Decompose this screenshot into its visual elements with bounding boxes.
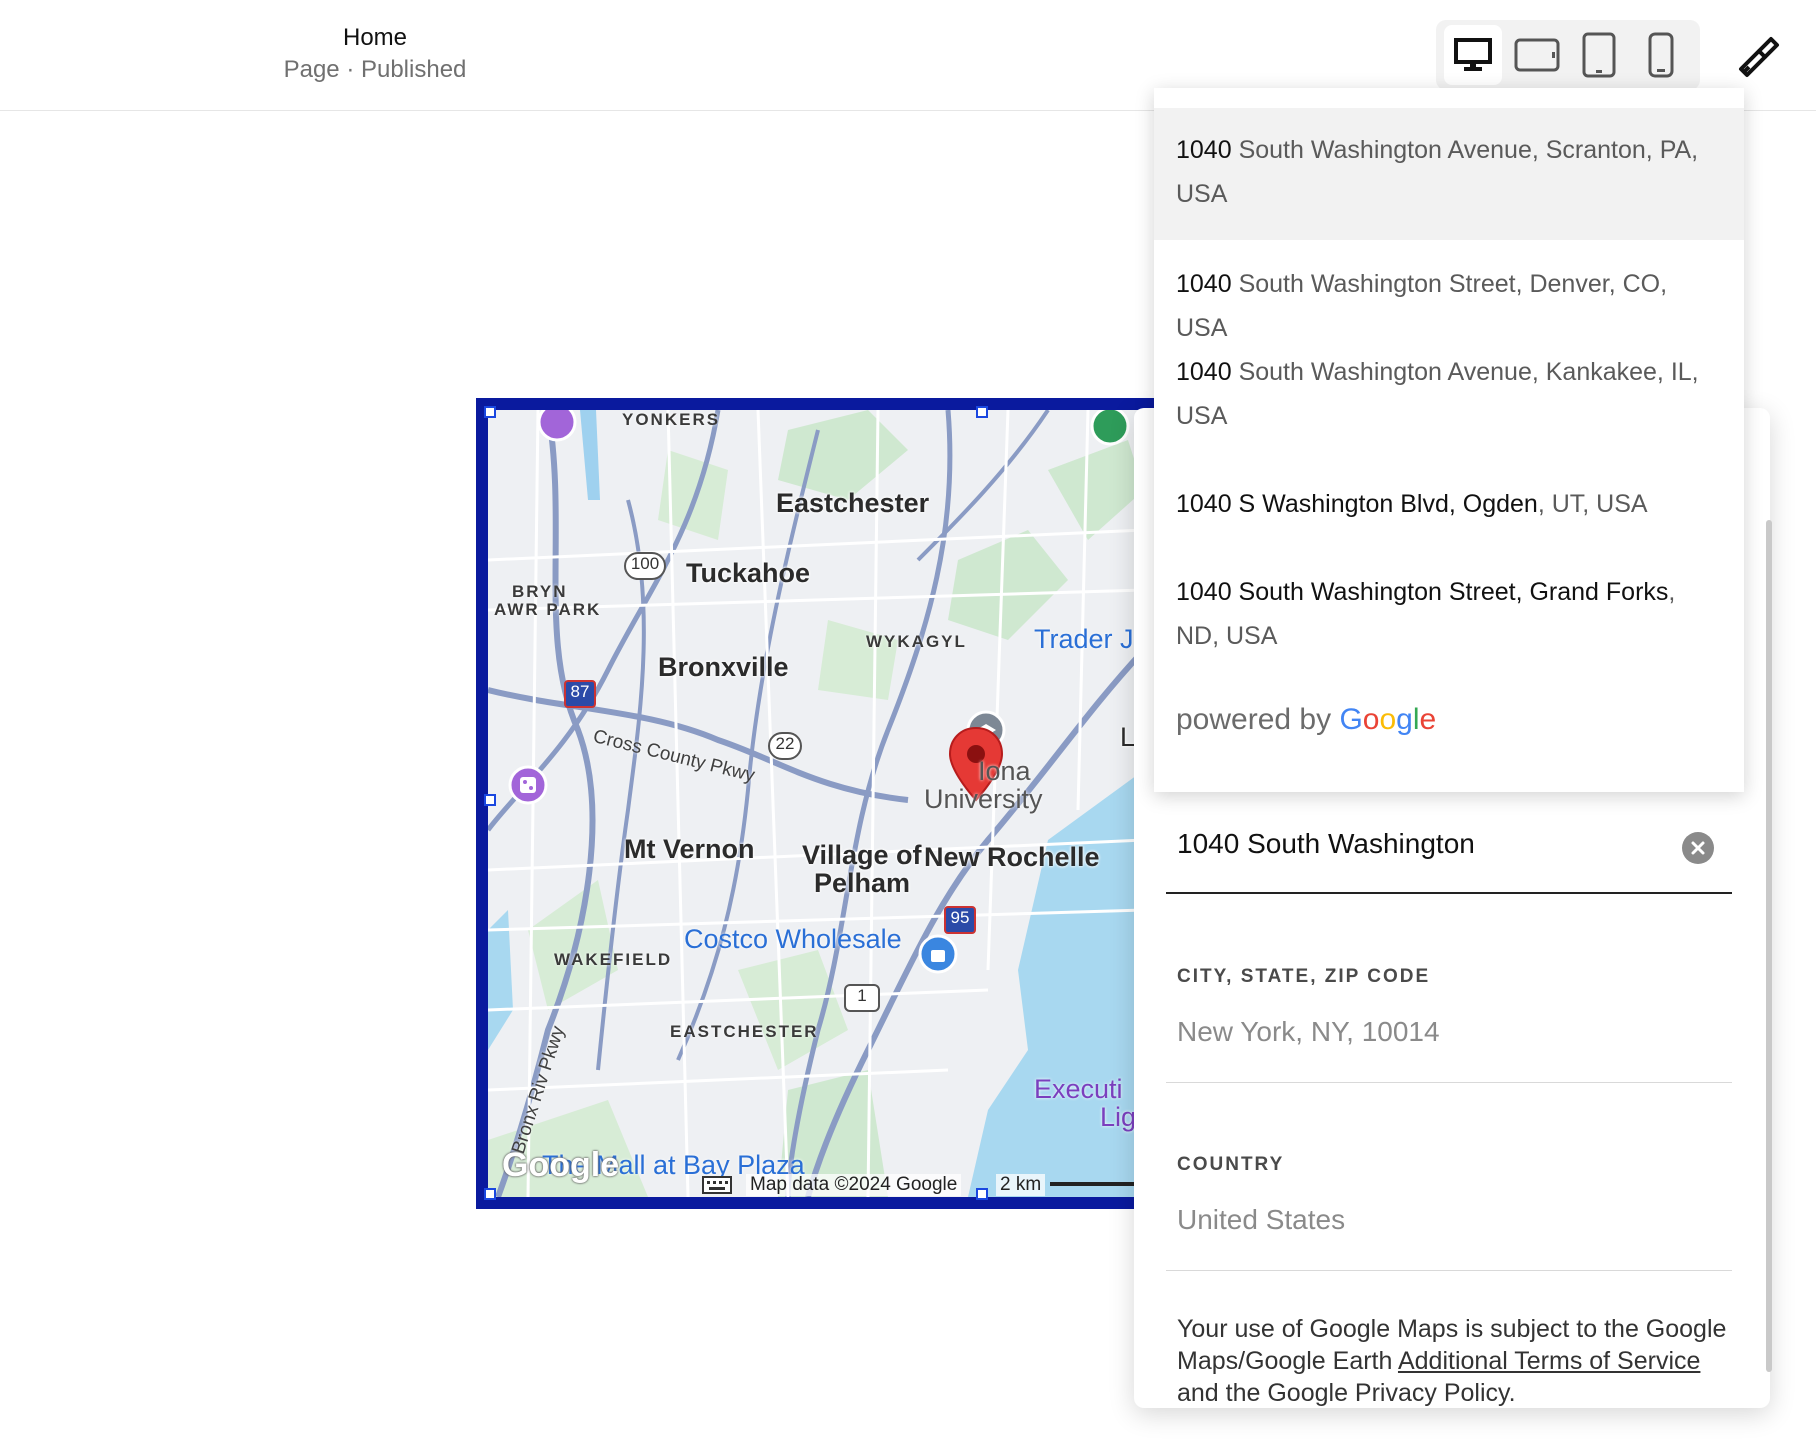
suggestion-rest: South Washington Avenue, Kankakee, IL, U… [1176,358,1699,430]
tablet-landscape-view-button[interactable] [1508,25,1566,85]
map-label-pelham: Pelham [814,868,911,898]
resize-handle-bottom-left[interactable] [484,1188,496,1200]
page-title[interactable]: Home [275,24,475,52]
google-map[interactable]: 100 87 22 95 1 YONKERS Eastchester Tucka… [488,410,1144,1197]
close-icon [1691,841,1705,855]
map-block-selected[interactable]: 100 87 22 95 1 YONKERS Eastchester Tucka… [476,398,1156,1209]
map-scale-label: 2 km [996,1174,1046,1196]
map-label-tuckahoe: Tuckahoe [686,558,811,588]
tablet-portrait-icon [1582,32,1616,78]
map-label-eastchester: Eastchester [776,488,930,518]
poi-marker-park[interactable] [1088,410,1132,448]
address-autocomplete-dropdown: 1040 South Washington Avenue, Scranton, … [1154,88,1744,792]
suggestion-match: 1040 South Washington Street, Grand Fork… [1176,578,1669,606]
additional-terms-link[interactable]: Additional Terms of Service [1398,1347,1700,1375]
map-label-trader-joes: Trader J [1034,624,1134,654]
map-label-mt-vernon: Mt Vernon [624,834,755,864]
suggestion-rest: South Washington Street, Denver, CO, USA [1176,270,1668,342]
keyboard-shortcuts-icon[interactable] [702,1176,732,1194]
suggestion-match: 1040 S Washington Blvd, Ogden [1176,490,1538,518]
route-shield-100: 100 [624,552,666,580]
desktop-view-button[interactable] [1444,25,1502,85]
map-label-yonkers: YONKERS [622,410,721,429]
map-label-wakefield: WAKEFIELD [554,950,673,969]
city-state-zip-input[interactable]: New York, NY, 10014 [1177,1016,1440,1048]
map-label-bronxville: Bronxville [658,652,789,682]
paintbrush-icon [1739,37,1779,77]
route-shield-22: 22 [768,732,802,760]
tablet-landscape-icon [1514,38,1560,72]
route-shield-1: 1 [844,984,880,1012]
poi-marker-shopping[interactable] [916,932,960,976]
google-logo-letter: l [1412,703,1420,736]
map-label-executive: Executi [1034,1074,1123,1104]
resize-handle-top-left[interactable] [484,406,496,418]
city-underline [1166,1082,1732,1083]
poi-marker-purple[interactable] [535,410,579,444]
mobile-view-button[interactable] [1632,25,1690,85]
map-label-costco: Costco Wholesale [684,924,902,954]
poi-marker-dice[interactable] [506,763,550,807]
google-logo-letter: g [1396,703,1413,736]
tablet-portrait-view-button[interactable] [1570,25,1628,85]
map-label-new-rochelle: New Rochelle [924,842,1100,872]
site-styles-button[interactable] [1728,28,1788,84]
suggestion-item[interactable]: 1040 South Washington Street, Denver, CO… [1154,262,1744,350]
map-label-bryn: BRYN [512,582,568,601]
suggestion-item[interactable]: 1040 South Washington Avenue, Scranton, … [1154,108,1744,240]
terms-suffix: and the Google Privacy Policy. [1177,1379,1516,1407]
mobile-icon [1648,32,1674,78]
map-label-lig: Lig [1100,1102,1137,1132]
suggestion-item[interactable]: 1040 S Washington Blvd, Ogden, UT, USA [1154,482,1744,526]
map-label-mawr-park: AWR PARK [494,600,602,619]
page-status: Page · Published [283,56,467,83]
route-shield-87: 87 [564,680,596,708]
address-underline [1166,892,1732,894]
country-underline [1166,1270,1732,1271]
map-label-university: University [924,784,1043,814]
google-maps-terms-notice: Your use of Google Maps is subject to th… [1177,1313,1737,1408]
powered-by-text: powered by [1176,703,1332,736]
country-label: COUNTRY [1177,1154,1285,1175]
map-label-village-of: Village of [802,840,922,870]
powered-by-google: powered by Google [1176,703,1436,737]
city-state-zip-label: CITY, STATE, ZIP CODE [1177,966,1431,987]
suggestion-match: 1040 [1176,358,1232,386]
resize-handle-bottom[interactable] [976,1188,988,1200]
suggestion-rest: , UT, USA [1537,490,1648,518]
map-data-attribution: Map data ©2024 Google [746,1174,962,1196]
map-label-iona: Iona [978,756,1031,786]
resize-handle-top[interactable] [976,406,988,418]
suggestion-item[interactable]: 1040 South Washington Street, Grand Fork… [1154,570,1744,658]
map-label-wykagyl: WYKAGYL [866,632,967,651]
resize-handle-left[interactable] [484,794,496,806]
desktop-icon [1454,38,1492,71]
google-logo-letter: o [1362,703,1380,736]
device-preview-switcher [1436,20,1700,90]
google-logo[interactable]: Google [502,1146,619,1185]
country-input[interactable]: United States [1177,1204,1345,1236]
address-input[interactable]: 1040 South Washington [1177,828,1475,860]
panel-scrollbar[interactable] [1766,520,1772,1372]
google-logo-letter: e [1419,703,1437,736]
suggestion-match: 1040 [1176,136,1232,164]
suggestion-rest: South Washington Avenue, Scranton, PA, U… [1176,136,1699,208]
google-logo-letter: o [1379,703,1397,736]
suggestion-item[interactable]: 1040 South Washington Avenue, Kankakee, … [1154,350,1744,438]
clear-address-button[interactable] [1682,832,1714,864]
map-label-l: L [1120,722,1136,752]
suggestion-match: 1040 [1176,270,1232,298]
google-logo-letter: G [1339,703,1363,736]
map-label-eastchester-lower: EASTCHESTER [670,1022,819,1041]
map-scale-bar [1050,1182,1144,1186]
route-shield-95: 95 [944,906,976,934]
